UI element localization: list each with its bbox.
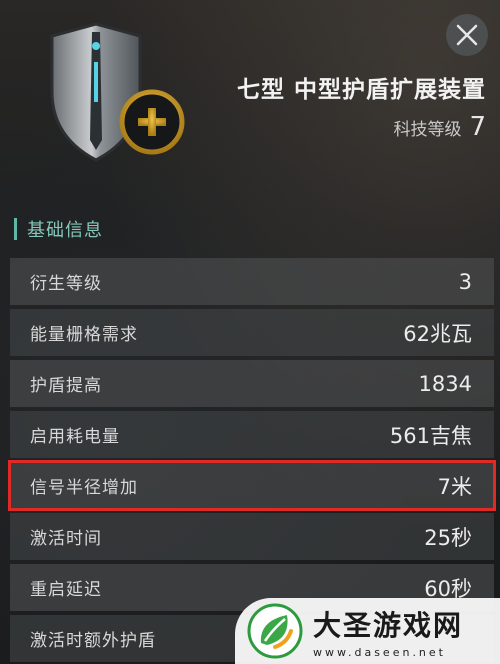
- stat-value: 561吉焦: [389, 423, 472, 448]
- stat-value: 1834: [418, 371, 472, 396]
- stat-row: 护盾提高 1834: [10, 360, 494, 407]
- stat-row: 启用耗电量 561吉焦: [10, 411, 494, 458]
- close-icon: [456, 24, 478, 46]
- stat-value: 3: [458, 269, 472, 294]
- stat-value: 25秒: [424, 525, 472, 550]
- leaf-logo-icon: [247, 603, 303, 659]
- stat-label: 激活时间: [30, 529, 102, 549]
- stat-label: 启用耗电量: [30, 427, 120, 447]
- stat-label: 衍生等级: [30, 274, 102, 294]
- tech-level-label: 科技等级: [393, 120, 462, 140]
- watermark-url: www.daseen.net: [313, 645, 446, 659]
- stat-label: 激活时额外护盾: [30, 631, 156, 651]
- item-header: 七型 中型护盾扩展装置 科技等级 7: [0, 0, 500, 200]
- stat-row: 能量栅格需求 62兆瓦: [10, 309, 494, 356]
- stat-label: 重启延迟: [30, 580, 102, 600]
- tech-level-value: 7: [469, 112, 486, 142]
- stat-label: 信号半径增加: [30, 478, 138, 498]
- shield-icon: [50, 22, 185, 162]
- item-icon: [40, 22, 190, 172]
- item-title: 七型 中型护盾扩展装置: [236, 77, 486, 103]
- stat-row-highlighted: 信号半径增加 7米: [8, 460, 496, 511]
- stat-label: 能量栅格需求: [30, 325, 138, 345]
- section-basic-info: 基础信息: [14, 214, 103, 244]
- stat-value: 62兆瓦: [403, 321, 472, 346]
- close-button[interactable]: [446, 14, 488, 56]
- stat-row: 衍生等级 3: [10, 258, 494, 305]
- section-accent-bar: [14, 218, 17, 240]
- stat-row: 激活时间 25秒: [10, 513, 494, 560]
- watermark-title: 大圣游戏网: [313, 608, 464, 642]
- stat-label: 护盾提高: [30, 376, 102, 396]
- stat-value: 7米: [437, 474, 472, 499]
- section-title: 基础信息: [27, 220, 103, 241]
- tech-level-info: 科技等级 7: [393, 112, 486, 142]
- watermark: 大圣游戏网 www.daseen.net: [235, 598, 500, 664]
